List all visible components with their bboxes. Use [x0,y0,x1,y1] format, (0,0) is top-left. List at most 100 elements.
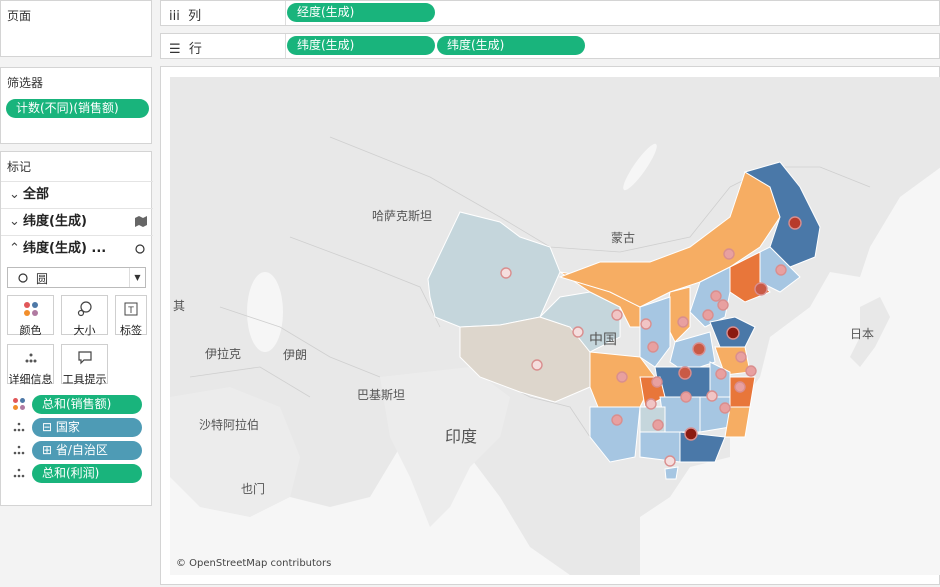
size-icon [77,301,92,317]
marks-card: 标记 ⌄ 全部 ⌄ 纬度(生成) ⌃ 纬度(生成) ... 圆 ▼ 颜色 大小 T 标… [0,151,153,506]
columns-label: iii 列 [169,9,202,24]
mark-liaoning [754,282,768,296]
field-pill-sales[interactable]: 总和(销售额) [32,395,142,414]
tooltip-button[interactable]: 工具提示 [61,344,108,386]
rows-pill-latitude-2[interactable]: 纬度(生成) [437,36,585,55]
mark-chongqing [651,376,663,388]
color-label: 颜色 [19,324,42,337]
field-pill-profit[interactable]: 总和(利润) [32,464,142,483]
mark-sichuan [616,371,628,383]
marks-row-lat1[interactable]: ⌄ 纬度(生成) [1,208,153,234]
province-jiangxi [699,396,731,433]
label-button[interactable]: T 标签 [115,295,147,337]
columns-icon: iii [169,9,180,24]
label-label: 标签 [120,324,142,337]
label-india: 印度 [445,427,477,446]
circle-icon [135,244,145,254]
field-pill-country[interactable]: ⊟ 国家 [32,418,142,437]
mark-shaanxi [647,341,659,353]
label-yemen: 也门 [241,481,265,496]
mark-guizhou [645,398,657,410]
mark-tianjin [717,299,729,311]
province-hainan [664,466,679,480]
mark-beijing [710,290,722,302]
label-saudi-arabia: 沙特阿拉伯 [199,417,259,432]
shelf-divider [285,1,286,25]
size-button[interactable]: 大小 [61,295,108,337]
detail-label: 详细信息 [8,373,53,386]
caspian-sea [247,272,283,352]
mark-shanxi [677,316,689,328]
label-kazakhstan: 哈萨克斯坦 [372,209,432,223]
mark-hubei [678,366,692,380]
rows-label: ☰ 行 [169,42,202,57]
columns-shelf[interactable]: iii 列 经度(生成) [160,0,940,26]
expand-icon[interactable]: ⊞ [42,443,52,457]
mark-yunnan [611,414,623,426]
mark-type-value: 圆 [36,272,49,286]
detail-icon [13,445,25,455]
chevron-down-icon: ⌄ [9,214,20,229]
marks-row-all[interactable]: ⌄ 全部 [1,181,153,207]
rows-icon: ☰ [169,42,181,57]
chevron-down-icon: ⌄ [9,187,20,202]
collapse-icon[interactable]: ⊟ [42,420,52,434]
mark-hunan [680,391,692,403]
mark-ningxia [640,318,652,330]
pages-title: 页面 [7,9,32,23]
mark-jilin [775,264,787,276]
mark-hebei [702,309,714,321]
mark-guangxi [652,419,664,431]
color-button[interactable]: 颜色 [7,295,54,337]
detail-icon [13,468,25,478]
label-iraq: 伊拉克 [205,346,241,361]
detail-button[interactable]: 详细信息 [7,344,54,386]
label-china: 中国 [589,332,617,348]
mark-henan [692,342,706,356]
svg-text:T: T [127,306,134,316]
mark-guangdong [684,427,698,441]
mark-type-select[interactable]: 圆 ▼ [7,267,146,288]
map-svg: 哈萨克斯坦 蒙古 中国 伊拉克 伊朗 巴基斯坦 印度 沙特阿拉伯 也门 日本 其 [170,77,940,575]
mark-inner-mongolia [723,248,735,260]
columns-pill-longitude[interactable]: 经度(生成) [287,3,435,22]
label-iran: 伊朗 [283,348,307,362]
pages-card: 页面 [0,0,152,57]
color-icon [13,398,25,410]
tooltip-label: 工具提示 [62,373,107,386]
field-pill-province[interactable]: ⊞ 省/自治区 [32,441,142,460]
dropdown-arrow-icon[interactable]: ▼ [129,268,145,287]
view-canvas: 哈萨克斯坦 蒙古 中国 伊拉克 伊朗 巴基斯坦 印度 沙特阿拉伯 也门 日本 其… [160,66,940,585]
mark-xinjiang [500,267,512,279]
label-mongolia: 蒙古 [611,230,635,245]
mark-gansu [611,309,623,321]
map-view[interactable]: 哈萨克斯坦 蒙古 中国 伊拉克 伊朗 巴基斯坦 印度 沙特阿拉伯 也门 日本 其… [170,77,940,575]
mark-tibet [531,359,543,371]
marks-title: 标记 [7,160,32,174]
marks-row-lat2[interactable]: ⌃ 纬度(生成) ... [1,235,153,261]
map-credit[interactable]: © OpenStreetMap contributors [176,558,331,569]
mark-anhui [715,368,727,380]
mark-fujian [719,402,731,414]
rows-shelf[interactable]: ☰ 行 纬度(生成) 纬度(生成) [160,33,940,59]
color-icon [23,302,38,316]
mark-jiangsu [735,351,747,363]
filters-title: 筛选器 [7,76,44,90]
text-icon: T [124,302,138,316]
filter-pill[interactable]: 计数(不同)(销售额) [6,99,149,118]
label-pakistan: 巴基斯坦 [357,388,405,402]
label-japan: 日本 [850,327,874,341]
label-edge-country: 其 [173,299,185,313]
circle-icon [18,273,28,283]
size-label: 大小 [73,324,96,337]
map-icon [135,216,147,227]
shelf-divider [285,34,286,58]
mark-qinghai [572,326,584,338]
mark-shandong [726,326,740,340]
detail-icon [25,353,36,363]
chevron-up-icon: ⌃ [9,241,20,256]
rows-pill-latitude-1[interactable]: 纬度(生成) [287,36,435,55]
filters-card: 筛选器 计数(不同)(销售额) [0,67,152,144]
mark-shanghai [745,365,757,377]
mark-heilongjiang [788,216,802,230]
